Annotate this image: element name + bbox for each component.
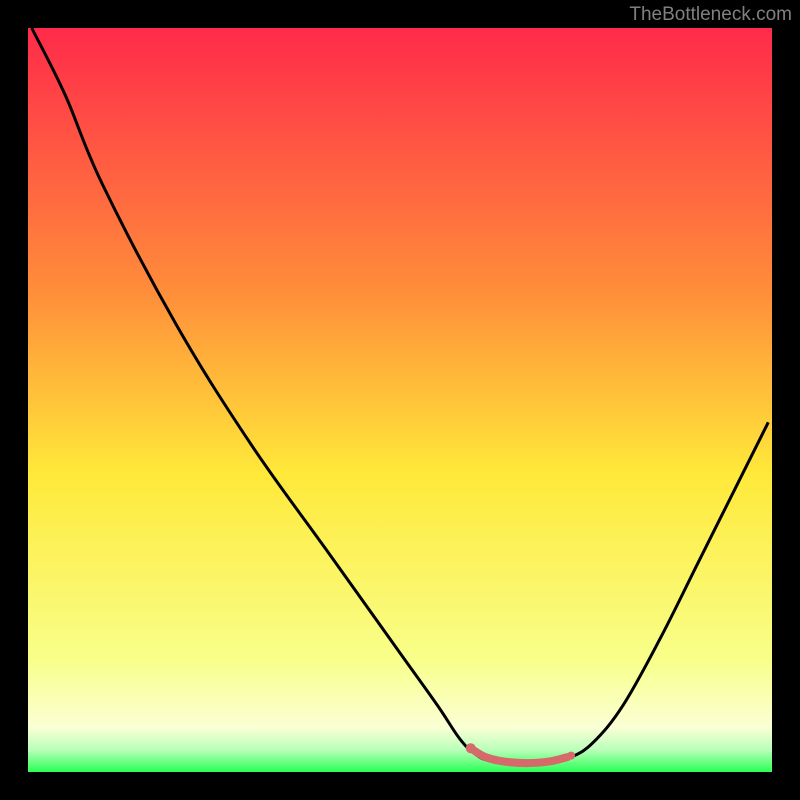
chart-svg <box>28 28 772 772</box>
gradient-background <box>28 28 772 772</box>
marker-dot <box>567 752 575 760</box>
chart-container: TheBottleneck.com <box>0 0 800 800</box>
marker-dot <box>466 743 476 753</box>
watermark-text: TheBottleneck.com <box>629 4 792 26</box>
plot-area <box>28 28 772 772</box>
